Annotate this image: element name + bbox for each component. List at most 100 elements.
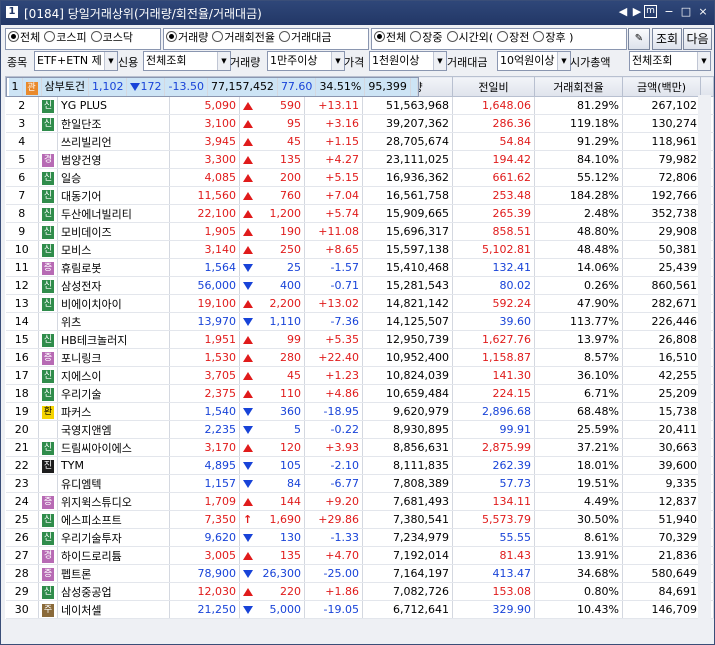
triangle-up-icon: [243, 587, 253, 596]
volume-cell: 16,561,758: [362, 186, 453, 205]
table-row[interactable]: 5 경 범양건영 3,300 135 +4.27 23,111,025 194.42 84.10…: [5, 150, 714, 169]
volume-select[interactable]: 1만주이상 ▼: [267, 51, 345, 71]
change-cell: 135: [239, 150, 305, 169]
change-cell: 110: [239, 384, 305, 403]
prev-window-icon[interactable]: ◀: [616, 5, 630, 19]
table-row[interactable]: 17 신 지에스이 3,705 45 +1.23 10,824,039 141.30 36.10…: [5, 366, 714, 385]
table-row[interactable]: 11 증 휴림로봇 1,564 25 -1.57 15,410,468 132.41 14.06…: [5, 258, 714, 277]
prev-ratio-cell: 592.24: [452, 294, 535, 313]
volume-cell: 12,950,739: [362, 330, 453, 349]
table-row[interactable]: 8 신 두산에너빌리티 22,100 1,200 +5.74 15,909,665 265.3…: [5, 204, 714, 223]
minimize-icon[interactable]: −: [662, 5, 676, 19]
radio-market-0[interactable]: 전체: [6, 29, 42, 47]
table-row[interactable]: 6 신 일승 4,085 200 +5.15 16,936,362 661.62 55.12% 7…: [5, 168, 714, 187]
upper-limit-arrow-icon: ↑: [243, 513, 253, 526]
table-row[interactable]: 30 주 네이처셀 21,250 5,000 -19.05 6,712,641 329.90 1…: [5, 600, 714, 619]
amount-cell: 9,335: [622, 474, 701, 493]
change-cell: 120: [239, 438, 305, 457]
next-button[interactable]: 다음: [683, 28, 712, 50]
radio-market-1[interactable]: 코스피: [42, 29, 88, 47]
amount-cell: 84,691: [622, 582, 701, 601]
tag-cell: 경: [38, 150, 58, 169]
item-select[interactable]: ETF+ETN 제 ▼: [34, 51, 118, 71]
table-row[interactable]: 14 위츠 13,970 1,110 -7.36 14,125,507 39.60 113.7…: [5, 312, 714, 331]
price-cell: 4,895: [169, 456, 240, 475]
radio-market-2[interactable]: 코스닥: [89, 29, 135, 47]
table-row[interactable]: 26 신 우리기술투자 9,620 130 -1.33 7,234,979 55.55 8.61…: [5, 528, 714, 547]
table-row[interactable]: 18 신 우리기술 2,375 110 +4.86 10,659,484 224.15 6.71…: [5, 384, 714, 403]
radio-dot-icon: [166, 31, 177, 42]
radio-session-4[interactable]: 장후 ): [531, 29, 575, 47]
mcap-select[interactable]: 전체조회 ▼: [629, 51, 711, 71]
table-row[interactable]: 12 신 삼성전자 56,000 400 -0.71 15,281,543 80.02 0.26…: [5, 276, 714, 295]
next-window-icon[interactable]: ▶: [630, 5, 644, 19]
price-select[interactable]: 1천원이상 ▼: [369, 51, 447, 71]
table-row[interactable]: 13 신 비에이치아이 19,100 2,200 +13.02 14,821,142 592.…: [5, 294, 714, 313]
rate-cell: +4.70: [304, 546, 363, 565]
rank-cell: 1: [8, 77, 23, 96]
radio-label: 코스닥: [102, 31, 133, 44]
triangle-down-icon: [243, 605, 253, 614]
column-header[interactable]: 거래회전율: [534, 76, 623, 97]
maximize-icon[interactable]: □: [679, 5, 693, 19]
rank-cell: 9: [5, 222, 39, 241]
table-row[interactable]: 19 환 파커스 1,540 360 -18.95 9,620,979 2,896.68 68.…: [5, 402, 714, 421]
memo-icon[interactable]: m: [644, 5, 657, 18]
tag-cell: 주: [38, 600, 58, 619]
table-row[interactable]: 9 신 모비데이즈 1,905 190 +11.08 15,696,317 858.51 48.…: [5, 222, 714, 241]
table-row[interactable]: 10 신 모비스 3,140 250 +8.65 15,597,138 5,102.81 48.…: [5, 240, 714, 259]
table-row[interactable]: 15 신 HB테크놀러지 1,951 99 +5.35 12,950,739 1,627.76…: [5, 330, 714, 349]
price-cell: 11,560: [169, 186, 240, 205]
radio-session-1[interactable]: 장중: [408, 29, 444, 47]
vertical-scrollbar[interactable]: [698, 95, 711, 635]
radio-session-3[interactable]: 장전: [495, 29, 531, 47]
change-cell: 5,000: [239, 600, 305, 619]
radio-session-2[interactable]: 시간외(: [445, 29, 496, 47]
column-header[interactable]: 금액(백만): [622, 76, 701, 97]
volume-cell: 14,125,507: [362, 312, 453, 331]
table-row[interactable]: 28 증 펩트론 78,900 26,300 -25.00 7,164,197 413.47 3…: [5, 564, 714, 583]
rank-cell: 27: [5, 546, 39, 565]
change-value: 280: [280, 351, 301, 364]
table-row[interactable]: 21 신 드림씨아이에스 3,170 120 +3.93 8,856,631 2,875.99…: [5, 438, 714, 457]
name-cell: 휴림로봇: [57, 258, 170, 277]
table-row[interactable]: 7 신 대동기어 11,560 760 +7.04 16,561,758 253.48 184.…: [5, 186, 714, 205]
table-row[interactable]: 20 국영지앤엠 2,235 5 -0.22 8,930,895 99.91 25.59% 20…: [5, 420, 714, 439]
name-cell: 파커스: [57, 402, 170, 421]
table-row[interactable]: 25 신 에스피소프트 7,350 ↑ 1,690 +29.86 7,380,541 5,573…: [5, 510, 714, 529]
radio-session-0[interactable]: 전체: [372, 29, 408, 47]
table-row[interactable]: 4 쓰리빌리언 3,945 45 +1.15 28,705,674 54.84 91.29% 1…: [5, 132, 714, 151]
price-cell: 56,000: [169, 276, 240, 295]
column-header[interactable]: 전일비: [452, 76, 535, 97]
price-cell: 1,530: [169, 348, 240, 367]
triangle-up-icon: [243, 191, 253, 200]
settings-icon[interactable]: ✎: [628, 28, 650, 50]
radio-sort-2[interactable]: 거래대금: [277, 29, 333, 47]
table-row[interactable]: 29 신 삼성중공업 12,030 220 +1.86 7,082,726 153.08 0.8…: [5, 582, 714, 601]
table-row[interactable]: 23 유디엠텍 1,157 84 -6.77 7,808,389 57.73 19.51% 9,…: [5, 474, 714, 493]
radio-sort-0[interactable]: 거래량: [164, 29, 210, 47]
prev-ratio-cell: 286.36: [452, 114, 535, 133]
name-cell: 대동기어: [57, 186, 170, 205]
radio-dot-icon: [90, 31, 102, 42]
table-row[interactable]: 2 신 YG PLUS 5,090 590 +13.11 51,563,968 1,648.0…: [5, 97, 714, 115]
status-badge: 신: [42, 118, 54, 131]
table-row[interactable]: 1 관 삼부토건 1,102 172 -13.50 77,157,452 77.60 34.51…: [5, 76, 419, 97]
table-row[interactable]: 16 증 포니링크 1,530 280 +22.40 10,952,400 1,158.87 8…: [5, 348, 714, 367]
table-row[interactable]: 24 증 위지윅스튜디오 1,709 144 +9.20 7,681,493 134.11 4.…: [5, 492, 714, 511]
amount-select[interactable]: 10억원이상 ▼: [497, 51, 571, 71]
status-badge: 신: [42, 514, 54, 527]
radio-sort-1[interactable]: 거래회전율: [210, 29, 277, 47]
status-badge: 신: [42, 370, 54, 383]
prev-ratio-cell: 1,158.87: [452, 348, 535, 367]
table-row[interactable]: 27 경 하이드로리튬 3,005 135 +4.70 7,192,014 81.43 13.9…: [5, 546, 714, 565]
query-button[interactable]: 조회: [652, 28, 682, 50]
rate-cell: -1.57: [304, 258, 363, 277]
credit-select[interactable]: 전체조회 ▼: [143, 51, 231, 71]
table-row[interactable]: 22 진 TYM 4,895 105 -2.10 8,111,835 262.39 18.01%…: [5, 456, 714, 475]
table-row[interactable]: 3 신 한일단조 3,100 95 +3.16 39,207,362 286.36 119.18…: [5, 114, 714, 133]
rate-cell: -2.10: [304, 456, 363, 475]
close-icon[interactable]: ×: [696, 5, 710, 19]
amount-cell: 70,329: [622, 528, 701, 547]
amount-cell: 29,908: [622, 222, 701, 241]
